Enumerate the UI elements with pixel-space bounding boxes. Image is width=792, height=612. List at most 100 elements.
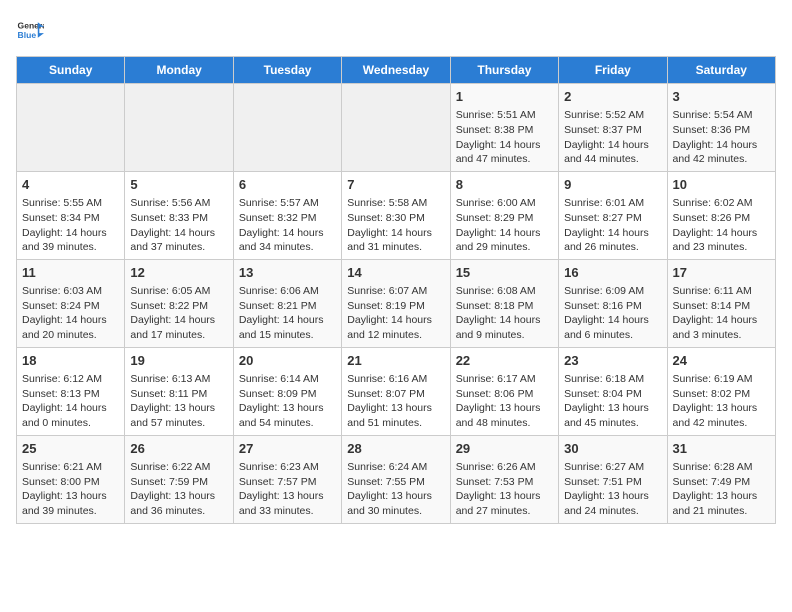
day-number: 5: [130, 176, 227, 194]
day-info: Daylight: 13 hours and 48 minutes.: [456, 402, 541, 429]
calendar-cell: [342, 84, 450, 172]
day-info: Daylight: 13 hours and 42 minutes.: [673, 402, 758, 429]
day-number: 6: [239, 176, 336, 194]
day-info: Daylight: 14 hours and 23 minutes.: [673, 227, 758, 254]
day-info: Sunrise: 6:09 AM: [564, 285, 644, 297]
calendar-cell: 23Sunrise: 6:18 AMSunset: 8:04 PMDayligh…: [559, 347, 667, 435]
day-info: Daylight: 14 hours and 44 minutes.: [564, 139, 649, 166]
day-number: 22: [456, 352, 553, 370]
day-info: Sunrise: 5:54 AM: [673, 109, 753, 121]
day-info: Sunset: 8:36 PM: [673, 124, 751, 136]
day-number: 17: [673, 264, 770, 282]
day-info: Daylight: 13 hours and 54 minutes.: [239, 402, 324, 429]
day-info: Sunset: 8:18 PM: [456, 300, 534, 312]
day-number: 9: [564, 176, 661, 194]
calendar-week-4: 18Sunrise: 6:12 AMSunset: 8:13 PMDayligh…: [17, 347, 776, 435]
calendar-week-2: 4Sunrise: 5:55 AMSunset: 8:34 PMDaylight…: [17, 171, 776, 259]
day-info: Sunset: 8:02 PM: [673, 388, 751, 400]
day-header-monday: Monday: [125, 57, 233, 84]
day-number: 29: [456, 440, 553, 458]
day-number: 11: [22, 264, 119, 282]
day-info: Daylight: 14 hours and 39 minutes.: [22, 227, 107, 254]
day-info: Sunrise: 6:01 AM: [564, 197, 644, 209]
day-info: Sunset: 8:14 PM: [673, 300, 751, 312]
day-info: Sunset: 8:06 PM: [456, 388, 534, 400]
day-info: Sunset: 7:53 PM: [456, 476, 534, 488]
day-number: 20: [239, 352, 336, 370]
day-number: 21: [347, 352, 444, 370]
day-info: Sunset: 8:00 PM: [22, 476, 100, 488]
calendar-cell: 31Sunrise: 6:28 AMSunset: 7:49 PMDayligh…: [667, 435, 775, 523]
day-info: Sunrise: 6:06 AM: [239, 285, 319, 297]
day-info: Sunrise: 6:13 AM: [130, 373, 210, 385]
day-info: Sunrise: 6:19 AM: [673, 373, 753, 385]
day-info: Sunset: 8:07 PM: [347, 388, 425, 400]
day-info: Daylight: 14 hours and 37 minutes.: [130, 227, 215, 254]
day-info: Sunrise: 6:11 AM: [673, 285, 752, 297]
day-info: Daylight: 13 hours and 36 minutes.: [130, 490, 215, 517]
day-info: Sunset: 8:16 PM: [564, 300, 642, 312]
day-info: Sunrise: 5:52 AM: [564, 109, 644, 121]
calendar-cell: 27Sunrise: 6:23 AMSunset: 7:57 PMDayligh…: [233, 435, 341, 523]
calendar-cell: 6 Sunrise: 5:57 AM Sunset: 8:32 PM Daylight…: [233, 171, 341, 259]
day-info: Sunrise: 6:22 AM: [130, 461, 210, 473]
day-info: Daylight: 14 hours and 29 minutes.: [456, 227, 541, 254]
day-header-saturday: Saturday: [667, 57, 775, 84]
calendar-cell: [125, 84, 233, 172]
day-info: Sunset: 8:22 PM: [130, 300, 208, 312]
day-info: Sunrise: 6:02 AM: [673, 197, 753, 209]
day-info: Sunrise: 6:00 AM: [456, 197, 536, 209]
day-info: Daylight: 13 hours and 30 minutes.: [347, 490, 432, 517]
day-info: Daylight: 14 hours and 6 minutes.: [564, 314, 649, 341]
day-info: Sunset: 8:09 PM: [239, 388, 317, 400]
day-info: Sunset: 7:59 PM: [130, 476, 208, 488]
day-number: 30: [564, 440, 661, 458]
day-number: 23: [564, 352, 661, 370]
calendar-cell: 5Sunrise: 5:56 AMSunset: 8:33 PMDaylight…: [125, 171, 233, 259]
calendar-cell: 2Sunrise: 5:52 AMSunset: 8:37 PMDaylight…: [559, 84, 667, 172]
calendar-cell: 7Sunrise: 5:58 AMSunset: 8:30 PMDaylight…: [342, 171, 450, 259]
day-info: Sunrise: 6:12 AM: [22, 373, 102, 385]
day-info: Sunrise: 6:03 AM: [22, 285, 102, 297]
day-number: 1: [456, 88, 553, 106]
calendar-cell: 24Sunrise: 6:19 AMSunset: 8:02 PMDayligh…: [667, 347, 775, 435]
day-info: Sunrise: 6:16 AM: [347, 373, 427, 385]
day-number: 16: [564, 264, 661, 282]
day-info: Daylight: 14 hours and 34 minutes.: [239, 227, 324, 254]
day-info: Sunset: 8:32 PM: [239, 212, 317, 224]
day-number: 31: [673, 440, 770, 458]
header: General Blue: [16, 16, 776, 44]
calendar-cell: 15Sunrise: 6:08 AMSunset: 8:18 PMDayligh…: [450, 259, 558, 347]
day-number: 27: [239, 440, 336, 458]
calendar-cell: 8Sunrise: 6:00 AMSunset: 8:29 PMDaylight…: [450, 171, 558, 259]
calendar-table: SundayMondayTuesdayWednesdayThursdayFrid…: [16, 56, 776, 524]
day-number: 3: [673, 88, 770, 106]
day-info: Sunrise: 5:57 AM: [239, 197, 319, 209]
day-info: Daylight: 14 hours and 31 minutes.: [347, 227, 432, 254]
day-info: Daylight: 14 hours and 42 minutes.: [673, 139, 758, 166]
calendar-cell: 26Sunrise: 6:22 AMSunset: 7:59 PMDayligh…: [125, 435, 233, 523]
day-info: Sunset: 7:55 PM: [347, 476, 425, 488]
day-info: Daylight: 13 hours and 33 minutes.: [239, 490, 324, 517]
calendar-cell: 19Sunrise: 6:13 AMSunset: 8:11 PMDayligh…: [125, 347, 233, 435]
day-info: Daylight: 14 hours and 3 minutes.: [673, 314, 758, 341]
day-info: Sunrise: 6:23 AM: [239, 461, 319, 473]
day-info: Sunset: 8:29 PM: [456, 212, 534, 224]
calendar-cell: 17 Sunrise: 6:11 AM Sunset: 8:14 PM Dayligh…: [667, 259, 775, 347]
day-info: Sunset: 8:04 PM: [564, 388, 642, 400]
logo: General Blue: [16, 16, 44, 44]
day-info: Sunrise: 6:27 AM: [564, 461, 644, 473]
day-info: Sunset: 8:38 PM: [456, 124, 534, 136]
day-info: Sunset: 8:26 PM: [673, 212, 751, 224]
day-number: 2: [564, 88, 661, 106]
day-info: Sunrise: 6:14 AM: [239, 373, 319, 385]
day-info: Sunset: 8:11 PM: [130, 388, 207, 400]
calendar-cell: 20 Sunrise: 6:14 AM Sunset: 8:09 PM Dayligh…: [233, 347, 341, 435]
calendar-header-row: SundayMondayTuesdayWednesdayThursdayFrid…: [17, 57, 776, 84]
calendar-cell: 3 Sunrise: 5:54 AM Sunset: 8:36 PM Daylight…: [667, 84, 775, 172]
day-info: Sunset: 8:21 PM: [239, 300, 317, 312]
day-info: Sunrise: 6:28 AM: [673, 461, 753, 473]
day-info: Daylight: 13 hours and 51 minutes.: [347, 402, 432, 429]
calendar-cell: 28Sunrise: 6:24 AMSunset: 7:55 PMDayligh…: [342, 435, 450, 523]
day-info: Sunrise: 6:26 AM: [456, 461, 536, 473]
